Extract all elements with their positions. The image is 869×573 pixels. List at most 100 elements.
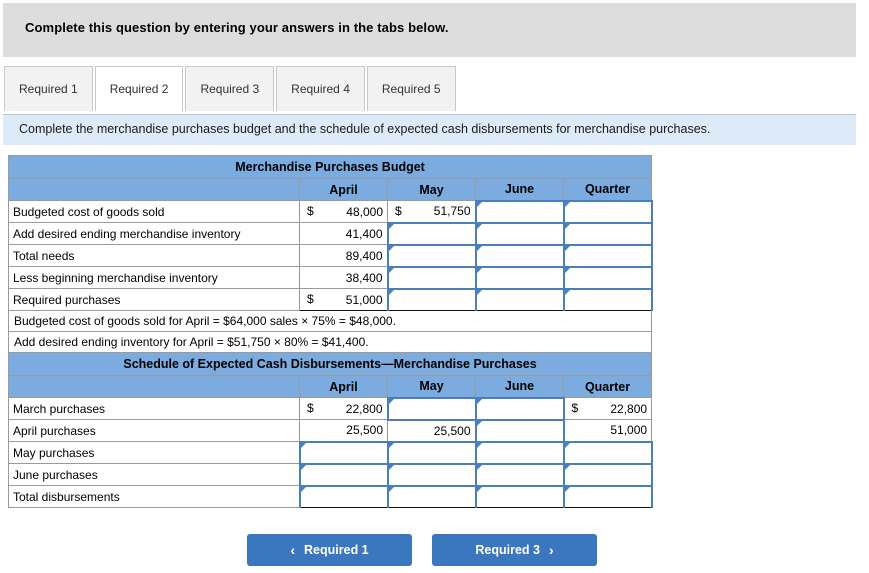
- budget-table-title-cell: Merchandise Purchases Budget: [7, 155, 653, 179]
- cell-april: 25,500: [299, 419, 388, 442]
- cell-may: 25,500: [387, 419, 476, 442]
- cell-may[interactable]: [386, 265, 477, 290]
- column-header: June: [475, 375, 564, 398]
- prev-required-button[interactable]: ‹ Required 1: [247, 534, 412, 566]
- tab-required-5[interactable]: Required 5: [366, 66, 456, 111]
- cell-value: 25,500: [346, 423, 383, 438]
- chevron-left-icon: ‹: [290, 542, 296, 558]
- sub-instruction-band: Complete the merchandise purchases budge…: [3, 114, 856, 145]
- cell-april: 89,400: [299, 244, 388, 267]
- row-label: Required purchases: [8, 288, 300, 311]
- table-row: Less beginning merchandise inventory 38,4…: [8, 265, 653, 290]
- cell-june[interactable]: [474, 462, 565, 487]
- cell-quarter[interactable]: [562, 484, 653, 508]
- column-header-blank: [8, 178, 300, 201]
- worksheet: Merchandise Purchases Budget April May June…: [7, 155, 653, 508]
- table-row: May purchases: [8, 440, 653, 465]
- next-required-button[interactable]: Required 3 ›: [432, 534, 597, 566]
- question-page: Complete this question by entering your …: [0, 0, 869, 573]
- table-row: Total needs 89,400: [8, 244, 653, 268]
- next-required-label: Required 3: [475, 543, 540, 557]
- table-row: Total disbursements: [8, 484, 653, 508]
- row-label: Less beginning merchandise inventory: [8, 266, 300, 289]
- row-label: Budgeted cost of goods sold: [8, 200, 300, 223]
- sub-instruction-text: Complete the merchandise purchases budge…: [19, 122, 711, 136]
- cell-april[interactable]: [298, 440, 389, 465]
- instruction-text: Complete this question by entering your …: [25, 20, 449, 35]
- cell-value: 89,400: [345, 248, 383, 263]
- cell-quarter[interactable]: [562, 265, 653, 290]
- column-header: May: [387, 375, 476, 398]
- cell-quarter[interactable]: [562, 244, 653, 268]
- cell-may[interactable]: [386, 221, 477, 246]
- table-row: Required purchases $51,000: [8, 287, 653, 311]
- row-label: Total needs: [8, 244, 300, 267]
- cell-value: 38,400: [345, 270, 383, 285]
- currency-symbol: $: [307, 204, 314, 218]
- tab-strip: Required 1 Required 2 Required 3 Required 4…: [4, 66, 458, 113]
- cell-quarter[interactable]: [562, 462, 653, 487]
- cell-quarter: $22,800: [562, 397, 653, 420]
- table-row: Add desired ending merchandise inventory…: [8, 221, 653, 246]
- note-text: Add desired ending inventory for April =…: [7, 331, 653, 353]
- cell-may[interactable]: [386, 484, 477, 508]
- cell-april: 41,400: [299, 222, 388, 245]
- cell-may[interactable]: [386, 462, 477, 487]
- tab-required-1[interactable]: Required 1: [4, 66, 93, 111]
- cell-value: 41,400: [345, 226, 383, 241]
- cell-may[interactable]: [386, 244, 477, 268]
- tab-required-3[interactable]: Required 3: [185, 66, 275, 111]
- currency-symbol: $: [395, 204, 402, 218]
- cell-june[interactable]: [474, 418, 565, 443]
- cell-april: $51,000: [299, 288, 388, 311]
- column-header: April: [299, 375, 388, 398]
- cell-may[interactable]: [386, 440, 477, 465]
- cell-april: $48,000: [299, 200, 388, 223]
- cell-quarter[interactable]: [562, 221, 653, 246]
- instruction-band: Complete this question by entering your …: [3, 3, 856, 57]
- tab-required-4[interactable]: Required 4: [276, 66, 365, 111]
- tab-label: Required 2: [109, 82, 169, 96]
- column-header: May: [387, 178, 476, 201]
- cell-quarter[interactable]: [562, 440, 653, 465]
- row-label: Add desired ending merchandise inventory: [8, 222, 300, 245]
- note-text: Budgeted cost of goods sold for April = …: [7, 310, 653, 332]
- cell-may[interactable]: [386, 396, 477, 421]
- column-header: Quarter: [562, 375, 653, 398]
- cell-april: 38,400: [299, 266, 388, 289]
- table-row: Budgeted cost of goods sold $48,000 $51,75…: [8, 199, 653, 224]
- cell-june[interactable]: [474, 440, 565, 465]
- row-label: March purchases: [8, 397, 300, 420]
- cell-may[interactable]: [386, 287, 477, 311]
- column-header: April: [299, 178, 388, 201]
- chevron-right-icon: ›: [548, 542, 554, 558]
- cell-june[interactable]: [474, 265, 565, 290]
- disbursements-table-header: April May June Quarter: [8, 375, 653, 398]
- cell-value: 48,000: [346, 204, 383, 219]
- cell-june[interactable]: [474, 287, 565, 311]
- cell-quarter[interactable]: [562, 287, 653, 311]
- cell-value: 22,800: [345, 401, 383, 416]
- tab-label: Required 1: [19, 82, 78, 96]
- cell-quarter[interactable]: [562, 199, 653, 224]
- cell-june[interactable]: [474, 221, 565, 246]
- cell-june[interactable]: [474, 244, 565, 268]
- row-label: May purchases: [8, 441, 300, 464]
- tab-label: Required 4: [291, 82, 350, 96]
- table-row: June purchases: [8, 462, 653, 487]
- currency-symbol: $: [307, 401, 314, 415]
- cell-april[interactable]: [298, 484, 389, 508]
- note-row: Budgeted cost of goods sold for April = …: [7, 310, 653, 332]
- tab-required-2[interactable]: Required 2: [94, 66, 184, 112]
- cell-june[interactable]: [474, 199, 565, 224]
- column-header-blank: [8, 375, 300, 398]
- budget-table-header: April May June Quarter: [8, 178, 653, 201]
- cell-june[interactable]: [474, 396, 565, 421]
- note-row: Add desired ending inventory for April =…: [7, 331, 653, 353]
- cell-april[interactable]: [298, 462, 389, 487]
- table-row: March purchases $22,800 $22,800: [8, 396, 653, 421]
- currency-symbol: $: [571, 401, 579, 415]
- cell-value: 51,000: [610, 423, 648, 438]
- cell-june[interactable]: [474, 484, 565, 508]
- table-row: April purchases 25,500 25,500 51,000: [8, 418, 653, 443]
